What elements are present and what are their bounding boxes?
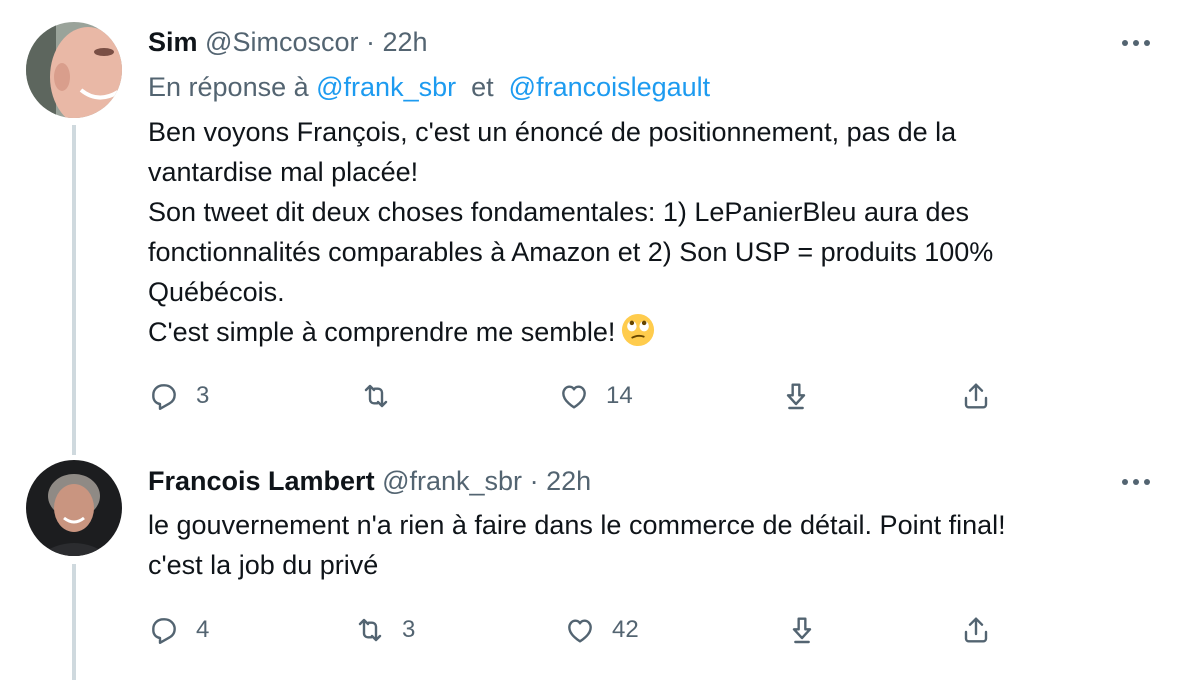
reply-button[interactable]: 4 [148, 610, 209, 650]
user-handle[interactable]: @Simcoscor [205, 27, 358, 57]
text-line: c'est la job du privé [148, 550, 379, 580]
download-icon [786, 383, 806, 410]
separator-dot: · [529, 466, 539, 496]
like-count: 14 [606, 382, 633, 409]
tweet-text: Ben voyons François, c'est un énoncé de … [148, 112, 1148, 352]
tweet-time[interactable]: 22h [383, 27, 428, 57]
tweet-header: Sim @Simcoscor · 22h [148, 25, 428, 59]
retweet-icon [358, 618, 382, 642]
thread-line [72, 125, 76, 455]
reply-count: 3 [196, 382, 210, 409]
text-line: fonctionnalités comparables à Amazon et … [148, 237, 994, 267]
retweet-icon [364, 384, 388, 408]
tweet-header: Francois Lambert @frank_sbr · 22h [148, 464, 591, 498]
more-button[interactable] [1116, 467, 1156, 497]
reply-button[interactable]: 3 [148, 376, 209, 416]
more-icon [1122, 40, 1150, 46]
download-button[interactable] [780, 376, 812, 416]
like-button[interactable]: 42 [564, 610, 639, 650]
like-icon [562, 385, 586, 409]
text-line: Ben voyons François, c'est un énoncé de … [148, 117, 957, 147]
like-button[interactable]: 14 [558, 376, 633, 416]
display-name[interactable]: Francois Lambert [148, 466, 375, 496]
reply-icon [152, 618, 176, 644]
more-button[interactable] [1116, 28, 1156, 58]
tweet-text: le gouvernement n'a rien à faire dans le… [148, 505, 1148, 585]
tweet-sim[interactable]: Sim @Simcoscor · 22h En réponse à @frank… [0, 0, 1184, 455]
retweet-button[interactable] [360, 376, 408, 416]
replying-prefix: En réponse à [148, 72, 309, 102]
user-handle[interactable]: @frank_sbr [382, 466, 522, 496]
retweet-button[interactable]: 3 [354, 610, 415, 650]
more-icon [1122, 479, 1150, 485]
avatar[interactable] [26, 22, 122, 118]
display-name[interactable]: Sim [148, 27, 198, 57]
retweet-count: 3 [402, 616, 416, 643]
share-icon [964, 617, 988, 643]
share-button[interactable] [960, 376, 992, 416]
share-button[interactable] [960, 610, 992, 650]
like-icon [568, 619, 592, 643]
tweet-actions: 4 3 42 [148, 610, 1028, 650]
text-line: le gouvernement n'a rien à faire dans le… [148, 510, 1006, 540]
tweet-time[interactable]: 22h [546, 466, 591, 496]
reply-count: 4 [196, 616, 210, 643]
text-line: vantardise mal placée! [148, 157, 419, 187]
avatar-photo [26, 460, 122, 556]
replying-joiner: et [471, 72, 494, 102]
tweet-francois-lambert[interactable]: Francois Lambert @frank_sbr · 22h le gou… [0, 455, 1184, 680]
like-count: 42 [612, 616, 639, 643]
reply-icon [152, 384, 176, 410]
mention-francoislegault[interactable]: @francoislegault [509, 72, 711, 102]
tweet-actions: 3 14 [148, 376, 1028, 416]
download-button[interactable] [786, 610, 818, 650]
separator-dot: · [366, 27, 375, 57]
thread-line [72, 564, 76, 680]
avatar[interactable] [26, 460, 122, 556]
replying-to: En réponse à @frank_sbr et @francoislega… [148, 70, 710, 104]
text-line: Québécois. [148, 277, 285, 307]
text-line-last: C'est simple à comprendre me semble! [148, 312, 1148, 352]
share-icon [964, 383, 988, 409]
avatar-photo [26, 22, 122, 118]
download-icon [792, 617, 812, 644]
rolling-eyes-emoji-icon [622, 313, 655, 347]
mention-frank-sbr[interactable]: @frank_sbr [316, 72, 456, 102]
text-line: C'est simple à comprendre me semble! [148, 317, 616, 347]
text-line: Son tweet dit deux choses fondamentales:… [148, 197, 970, 227]
